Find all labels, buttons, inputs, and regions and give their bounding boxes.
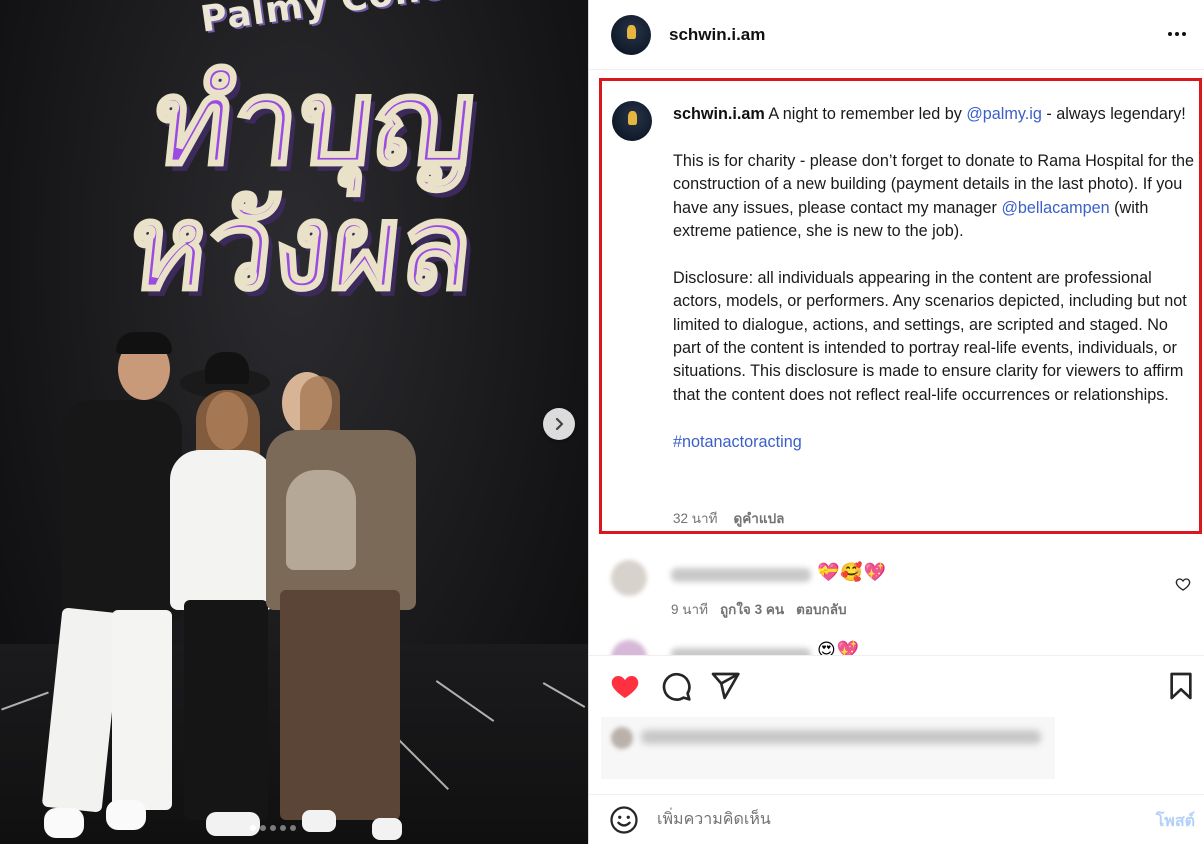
caption-intro: A night to remember led by bbox=[768, 105, 962, 123]
header-username[interactable]: schwin.i.am bbox=[669, 25, 765, 45]
poster-subtitle: Palmy Concert bbox=[198, 0, 507, 41]
caption-text: schwin.i.am A night to remember led by @… bbox=[673, 103, 1198, 477]
post-header: schwin.i.am bbox=[589, 0, 1204, 70]
post-comment-button[interactable]: โพสต์ bbox=[1156, 809, 1195, 834]
carousel-dot bbox=[250, 825, 256, 831]
comment-meta: 9 นาที ถูกใจ 3 คน ตอบกลับ bbox=[671, 598, 847, 620]
carousel-dot bbox=[270, 825, 276, 831]
comment-icon[interactable] bbox=[660, 670, 692, 702]
caption-highlight: schwin.i.am A night to remember led by @… bbox=[599, 78, 1202, 534]
heart-filled-icon[interactable] bbox=[609, 670, 641, 702]
liked-by-blurred bbox=[601, 717, 1055, 779]
share-icon[interactable] bbox=[709, 670, 741, 702]
action-bar bbox=[589, 655, 1204, 717]
mention-link[interactable]: @palmy.ig bbox=[966, 105, 1042, 123]
comment-username-blurred bbox=[671, 648, 811, 655]
bookmark-icon[interactable] bbox=[1165, 670, 1197, 702]
caption-intro-tail: - always legendary! bbox=[1046, 105, 1186, 123]
comment-bar: โพสต์ bbox=[589, 794, 1204, 844]
carousel-dot bbox=[280, 825, 286, 831]
avatar[interactable] bbox=[611, 14, 651, 55]
comment-text: 💝🥰💖 bbox=[817, 562, 888, 583]
emoji-icon[interactable] bbox=[609, 805, 639, 835]
caption-time: 32 นาที bbox=[673, 511, 718, 526]
comment-text: 😍💖 bbox=[817, 640, 861, 655]
comment-input[interactable] bbox=[657, 805, 1127, 835]
carousel-dot bbox=[290, 825, 296, 831]
post-media[interactable]: Palmy Concert ทำบุญหวังผล bbox=[0, 0, 588, 844]
caption-meta: 32 นาที ดูคำแปล bbox=[673, 507, 784, 529]
mention-link[interactable]: @bellacampen bbox=[1001, 199, 1109, 217]
comment-likes[interactable]: ถูกใจ 3 คน bbox=[720, 598, 784, 620]
ellipsis-icon[interactable] bbox=[1163, 22, 1191, 46]
carousel-dots bbox=[250, 825, 296, 831]
carousel-dot bbox=[260, 825, 266, 831]
chevron-right-icon bbox=[555, 417, 564, 431]
reply-button[interactable]: ตอบกลับ bbox=[796, 598, 846, 620]
comment-username-blurred bbox=[671, 568, 811, 582]
poster-title: ทำบุญหวังผล bbox=[121, 52, 483, 318]
translate-link[interactable]: ดูคำแปล bbox=[733, 507, 784, 529]
next-slide-button[interactable] bbox=[543, 408, 575, 440]
liked-by-avatar bbox=[611, 727, 633, 749]
comment-item: 😍💖 bbox=[601, 636, 1191, 655]
comment-avatar[interactable] bbox=[611, 640, 647, 655]
comment-avatar[interactable] bbox=[611, 560, 647, 596]
liked-by-text-blurred bbox=[641, 730, 1041, 744]
caption-username[interactable]: schwin.i.am bbox=[673, 105, 765, 123]
comment-item: 💝🥰💖 9 นาที ถูกใจ 3 คน ตอบกลับ bbox=[601, 556, 1191, 626]
caption-disclosure: Disclosure: all individuals appearing in… bbox=[673, 268, 1187, 404]
caption-avatar[interactable] bbox=[612, 101, 652, 141]
post-panel: schwin.i.am schwin.i.am A night to remem… bbox=[588, 0, 1204, 844]
hashtag-link[interactable]: #notanactoracting bbox=[673, 433, 802, 451]
comment-time: 9 นาที bbox=[671, 602, 708, 617]
heart-outline-icon[interactable] bbox=[1175, 576, 1191, 592]
